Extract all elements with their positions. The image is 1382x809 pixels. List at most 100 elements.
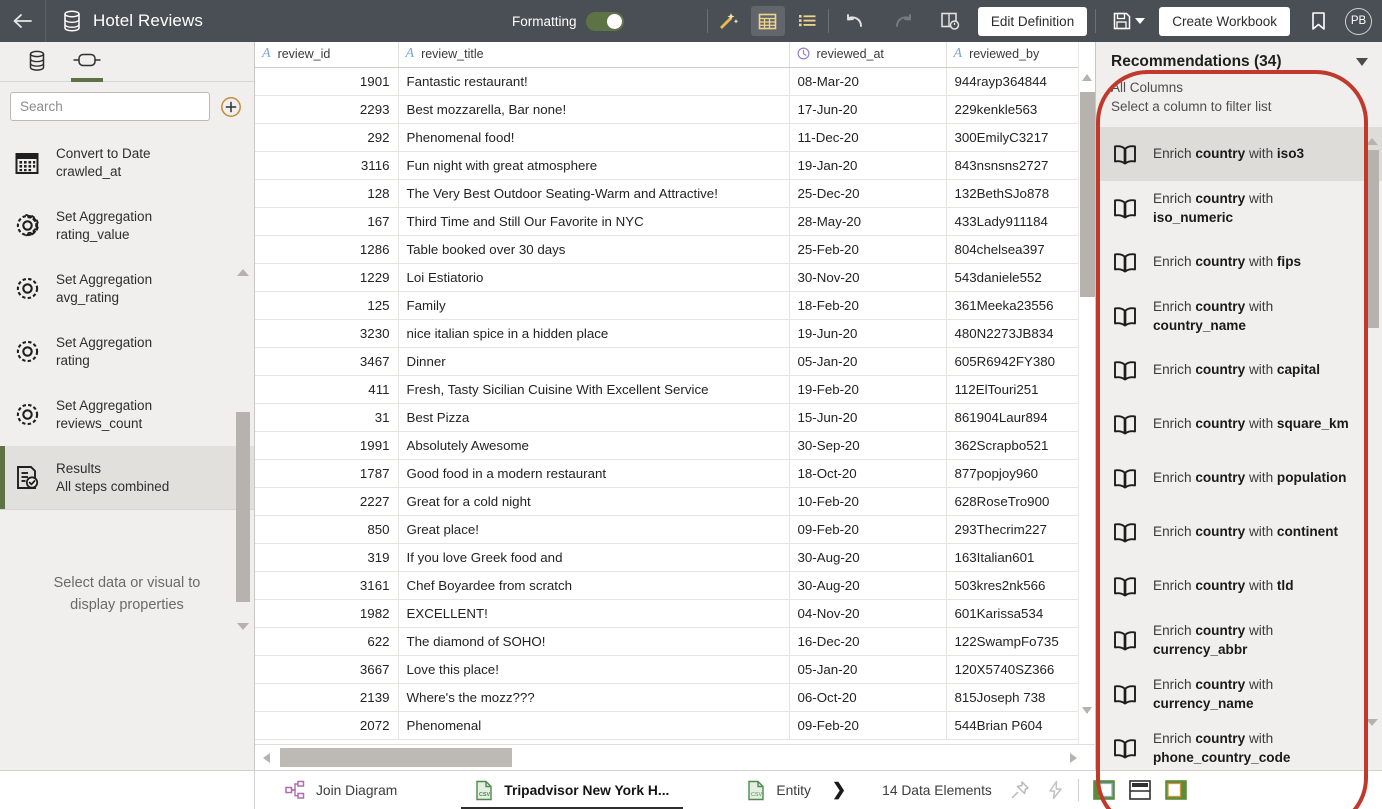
grid-view-button[interactable] <box>751 6 785 36</box>
table-row[interactable]: 1982EXCELLENT!04-Nov-20601Karissa534 <box>255 599 1078 627</box>
table-row[interactable]: 128The Very Best Outdoor Seating-Warm an… <box>255 179 1078 207</box>
table-cell[interactable]: 944rayp364844 <box>946 67 1078 95</box>
column-header-reviewed-at[interactable]: reviewed_at <box>789 42 946 67</box>
recommendation-item[interactable]: Enrich country with iso_numeric <box>1096 181 1382 235</box>
table-cell[interactable]: 05-Jan-20 <box>789 655 946 683</box>
table-cell[interactable]: 15-Jun-20 <box>789 403 946 431</box>
recommendation-item[interactable]: Enrich country with currency_name <box>1096 667 1382 721</box>
recommendation-item[interactable]: Enrich country with phone_country_code <box>1096 721 1382 770</box>
table-cell[interactable]: Phenomenal food! <box>398 123 789 151</box>
step-item[interactable]: Set Aggregation avg_rating <box>0 257 254 320</box>
table-cell[interactable]: 2227 <box>255 487 398 515</box>
step-item[interactable]: Set Aggregation rating <box>0 320 254 383</box>
table-cell[interactable]: 804chelsea397 <box>946 235 1078 263</box>
table-cell[interactable]: 25-Feb-20 <box>789 235 946 263</box>
table-cell[interactable]: 319 <box>255 543 398 571</box>
scroll-thumb[interactable] <box>280 748 512 767</box>
table-cell[interactable]: Best mozzarella, Bar none! <box>398 95 789 123</box>
table-cell[interactable]: 861904Laur894 <box>946 403 1078 431</box>
table-row[interactable]: 1991Absolutely Awesome30-Sep-20362Scrapb… <box>255 431 1078 459</box>
recommendation-item[interactable]: Enrich country with country_name <box>1096 289 1382 343</box>
table-row[interactable]: 1787Good food in a modern restaurant18-O… <box>255 459 1078 487</box>
table-cell[interactable]: 167 <box>255 207 398 235</box>
data-profile-button[interactable] <box>933 6 967 36</box>
formatting-control[interactable]: Formatting <box>512 0 624 42</box>
table-cell[interactable]: 163Italian601 <box>946 543 1078 571</box>
table-cell[interactable]: 3467 <box>255 347 398 375</box>
table-row[interactable]: 167Third Time and Still Our Favorite in … <box>255 207 1078 235</box>
step-item[interactable]: Set Aggregation rating_value <box>0 194 254 257</box>
table-cell[interactable]: 25-Dec-20 <box>789 179 946 207</box>
table-cell[interactable]: 122SwampFo735 <box>946 627 1078 655</box>
table-cell[interactable]: Fantastic restaurant! <box>398 67 789 95</box>
table-row[interactable]: 3467Dinner05-Jan-20605R6942FY380 <box>255 347 1078 375</box>
table-cell[interactable]: 229kenkle563 <box>946 95 1078 123</box>
recommendation-item[interactable]: Enrich country with currency_abbr <box>1096 613 1382 667</box>
scroll-up-arrow-icon[interactable] <box>1366 138 1378 145</box>
table-cell[interactable]: Love this place! <box>398 655 789 683</box>
recommendation-item[interactable]: Enrich country with square_km <box>1096 397 1382 451</box>
table-cell[interactable]: 2139 <box>255 683 398 711</box>
table-cell[interactable]: 843nsnsns2727 <box>946 151 1078 179</box>
entity-tab[interactable]: CSV Entity ❯ <box>733 771 860 809</box>
recommendations-scrollbar[interactable] <box>1366 138 1379 760</box>
table-row[interactable]: 1286Table booked over 30 days25-Feb-2080… <box>255 235 1078 263</box>
scroll-down-arrow-icon[interactable] <box>237 623 249 630</box>
scroll-down-arrow-icon[interactable] <box>1082 707 1092 714</box>
table-cell[interactable]: 19-Jan-20 <box>789 151 946 179</box>
table-cell[interactable]: Fresh, Tasty Sicilian Cuisine With Excel… <box>398 375 789 403</box>
entity-tab-tripadvisor[interactable]: CSV Tripadvisor New York H... <box>461 771 683 809</box>
recommendations-filter-info[interactable]: All Columns Select a column to filter li… <box>1096 78 1382 127</box>
table-row[interactable]: 1901Fantastic restaurant!08-Mar-20944ray… <box>255 67 1078 95</box>
lightning-icon[interactable] <box>1046 780 1064 800</box>
table-cell[interactable]: 362Scrapbo521 <box>946 431 1078 459</box>
table-cell[interactable]: 17-Jun-20 <box>789 95 946 123</box>
table-cell[interactable]: 10-Feb-20 <box>789 487 946 515</box>
table-cell[interactable]: If you love Greek food and <box>398 543 789 571</box>
table-cell[interactable]: 601Karissa534 <box>946 599 1078 627</box>
table-cell[interactable]: 300EmilyC3217 <box>946 123 1078 151</box>
create-workbook-button[interactable]: Create Workbook <box>1159 7 1290 36</box>
table-cell[interactable]: Fun night with great atmosphere <box>398 151 789 179</box>
table-cell[interactable]: 1229 <box>255 263 398 291</box>
column-header-review-id[interactable]: A review_id <box>255 42 398 67</box>
recommendation-item[interactable]: Enrich country with capital <box>1096 343 1382 397</box>
table-cell[interactable]: 1991 <box>255 431 398 459</box>
save-menu[interactable] <box>1100 11 1151 31</box>
table-row[interactable]: 411Fresh, Tasty Sicilian Cuisine With Ex… <box>255 375 1078 403</box>
table-cell[interactable]: 30-Aug-20 <box>789 543 946 571</box>
table-row[interactable]: 850Great place!09-Feb-20293Thecrim227 <box>255 515 1078 543</box>
left-panel-scrollbar[interactable] <box>236 267 250 632</box>
table-cell[interactable]: 480N2273JB834 <box>946 319 1078 347</box>
table-cell[interactable]: Best Pizza <box>398 403 789 431</box>
table-cell[interactable]: 125 <box>255 291 398 319</box>
table-cell[interactable]: 04-Nov-20 <box>789 599 946 627</box>
table-row[interactable]: 31Best Pizza15-Jun-20861904Laur894 <box>255 403 1078 431</box>
layout-bottom-panel-icon[interactable] <box>1129 780 1151 800</box>
scroll-down-arrow-icon[interactable] <box>1366 719 1378 726</box>
list-view-button[interactable] <box>791 6 825 36</box>
table-cell[interactable]: Great for a cold night <box>398 487 789 515</box>
table-row[interactable]: 622The diamond of SOHO!16-Dec-20122Swamp… <box>255 627 1078 655</box>
table-cell[interactable]: nice italian spice in a hidden place <box>398 319 789 347</box>
table-cell[interactable]: Absolutely Awesome <box>398 431 789 459</box>
table-cell[interactable]: 06-Oct-20 <box>789 683 946 711</box>
table-cell[interactable]: 605R6942FY380 <box>946 347 1078 375</box>
table-row[interactable]: 2139Where's the mozz???06-Oct-20815Josep… <box>255 683 1078 711</box>
table-cell[interactable]: Great place! <box>398 515 789 543</box>
table-cell[interactable]: 1787 <box>255 459 398 487</box>
recommendation-item[interactable]: Enrich country with fips <box>1096 235 1382 289</box>
table-row[interactable]: 1229Loi Estiatorio30-Nov-20543daniele552 <box>255 263 1078 291</box>
table-cell[interactable]: 19-Feb-20 <box>789 375 946 403</box>
table-cell[interactable]: 28-May-20 <box>789 207 946 235</box>
table-cell[interactable]: Table booked over 30 days <box>398 235 789 263</box>
table-cell[interactable]: 3230 <box>255 319 398 347</box>
recommendation-item[interactable]: Enrich country with population <box>1096 451 1382 505</box>
table-cell[interactable]: 411 <box>255 375 398 403</box>
table-cell[interactable]: 3667 <box>255 655 398 683</box>
sidebar-tab-prepare[interactable] <box>62 42 112 82</box>
table-cell[interactable]: 08-Mar-20 <box>789 67 946 95</box>
table-row[interactable]: 319If you love Greek food and30-Aug-2016… <box>255 543 1078 571</box>
table-row[interactable]: 3667Love this place!05-Jan-20120X5740SZ3… <box>255 655 1078 683</box>
redo-button[interactable] <box>886 6 920 36</box>
